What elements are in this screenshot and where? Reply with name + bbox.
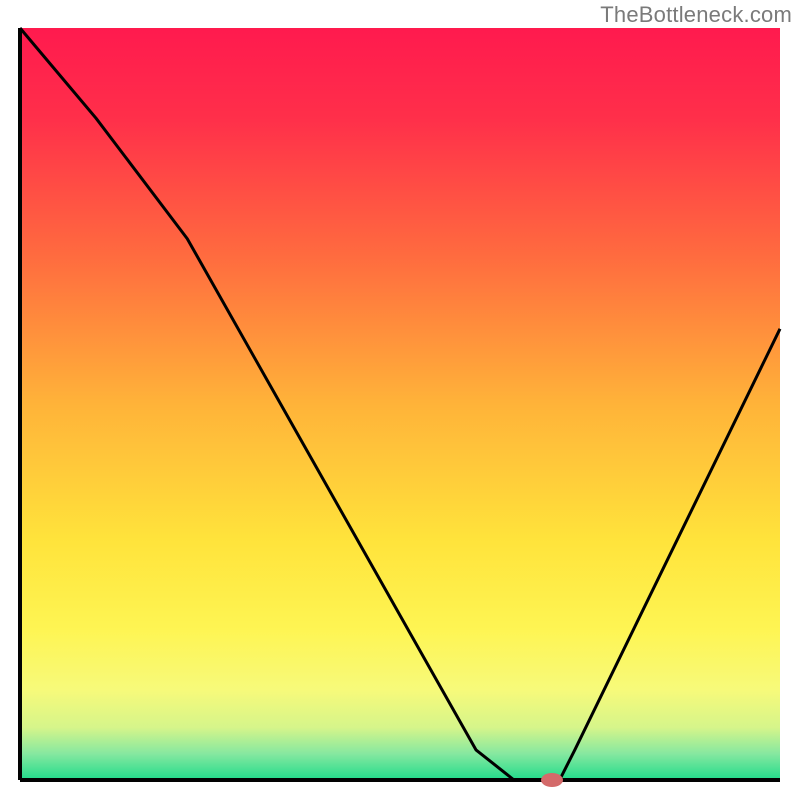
watermark-text: TheBottleneck.com xyxy=(600,2,792,28)
bottleneck-chart xyxy=(0,0,800,800)
plot-background xyxy=(20,28,780,780)
optimal-marker xyxy=(541,773,563,787)
